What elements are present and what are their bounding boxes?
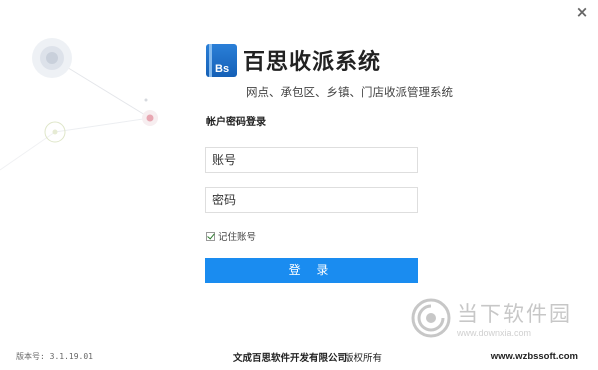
account-input[interactable] — [206, 148, 417, 172]
login-button[interactable]: 登 录 — [205, 258, 418, 283]
password-field[interactable] — [205, 187, 418, 213]
close-button[interactable]: × — [574, 4, 590, 20]
remember-label: 记住账号 — [218, 232, 257, 243]
account-field[interactable] — [205, 147, 418, 173]
watermark-cn-text: 当下软件园 — [457, 302, 572, 326]
close-icon[interactable]: × — [576, 3, 589, 21]
logo-text: Bs — [215, 63, 230, 75]
login-window: × Bs 百思收派系统 网点、承包区、乡镇、门店收派管理系统 帐户密码登录 记住… — [0, 0, 598, 370]
company-name: 文成百思软件开发有限公司 — [233, 353, 348, 364]
copyright-text: 版权所有 — [344, 353, 383, 364]
app-title: 百思收派系统 — [243, 50, 382, 75]
website-link[interactable]: www.wzbssoft.com — [491, 351, 578, 362]
watermark-en-text: www.downxia.com — [457, 328, 532, 338]
watermark: 当下软件园 www.downxia.com — [411, 298, 572, 338]
remember-account-option[interactable]: 记住账号 — [206, 229, 256, 243]
version-label: 版本号: 3.1.19.01 — [16, 352, 93, 361]
password-input[interactable] — [206, 188, 417, 212]
app-logo: Bs — [206, 44, 237, 77]
remember-checkbox[interactable] — [206, 231, 215, 241]
login-section-title: 帐户密码登录 — [206, 117, 266, 128]
app-subtitle: 网点、承包区、乡镇、门店收派管理系统 — [246, 85, 453, 99]
watermark-logo-icon — [411, 298, 451, 338]
decorative-network-graphic — [0, 38, 158, 171]
